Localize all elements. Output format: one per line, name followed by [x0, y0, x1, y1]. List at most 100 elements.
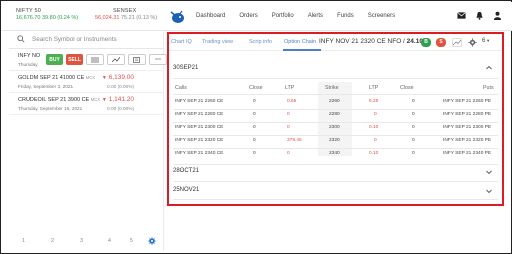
more-button[interactable]: ⋯	[149, 54, 167, 65]
call-symbol: INFY SEP 21 2340 CE	[175, 151, 224, 156]
index-value: 56,024.31	[95, 15, 120, 21]
col-strike: Strike	[325, 85, 339, 91]
tab-scrip-info[interactable]: Scrip info	[249, 39, 272, 45]
expiry-header[interactable]: 25NOV21	[173, 187, 199, 193]
buy-button[interactable]: B	[421, 38, 431, 47]
buy-button[interactable]: BUY	[46, 54, 63, 65]
alert-button[interactable]	[128, 54, 146, 65]
item-ltp: ▼ 1,141.20	[101, 96, 134, 103]
bell-icon[interactable]	[475, 11, 484, 20]
put-ltp: 6.25	[369, 99, 379, 104]
put-ltp: 0.10	[369, 125, 379, 130]
strike: 2320	[329, 138, 340, 143]
settings-icon[interactable]	[468, 38, 477, 47]
item-change: 0.00 (0.00%)	[107, 84, 134, 89]
chevron-up-icon[interactable]	[486, 65, 492, 71]
tab-trading-view[interactable]: Trading view	[202, 39, 233, 45]
option-chain-panel: Chart IQ Trading view Scrip info Option …	[167, 32, 504, 206]
page-2[interactable]: 2	[51, 238, 54, 244]
index-nifty[interactable]: NIFTY 50 16,676.70 39.80 (0.24 %)	[16, 8, 78, 22]
hover-actions: BUY SELL ⋯	[46, 54, 167, 65]
panel-tabs: Chart IQ Trading view Scrip info Option …	[169, 34, 502, 51]
watchlist-item[interactable]: CRUDEOIL SEP 21 3900 CE MCX Thursday, Se…	[9, 93, 164, 115]
chart-button[interactable]	[452, 38, 462, 47]
app-window: NIFTY 50 16,676.70 39.80 (0.24 %) SENSEX…	[0, 0, 512, 254]
settings-gear-icon[interactable]	[148, 237, 156, 245]
tab-option-chain[interactable]: Option Chain	[284, 39, 316, 45]
nav-orders[interactable]: Orders	[239, 13, 257, 19]
nav-portfolio[interactable]: Portfolio	[272, 13, 294, 19]
watchlist-item[interactable]: GOLDM SEP 21 41000 CE MCX Friday, Septem…	[9, 71, 164, 93]
call-close: 0	[253, 112, 256, 117]
sell-button[interactable]: S	[436, 38, 446, 47]
col-puts: Puts	[483, 85, 494, 91]
sell-button[interactable]: SELL	[66, 54, 83, 65]
index-sensex[interactable]: SENSEX 56,024.31 75.21 (0.13 %)	[95, 8, 157, 22]
page-3[interactable]: 3	[80, 238, 83, 244]
chain-header: Calls Close LTP Strike LTP Close Puts	[169, 85, 502, 93]
put-symbol: INFY SEP 21 2320 PE	[443, 138, 492, 143]
market-depth-button[interactable]	[86, 54, 104, 65]
page-4[interactable]: 4	[108, 238, 111, 244]
put-symbol: INFY SEP 21 2340 PE	[443, 151, 492, 156]
put-symbol: INFY SEP 21 2260 PE	[443, 99, 492, 104]
item-symbol: CRUDEOIL SEP 21 3900 CE MCX	[18, 97, 101, 103]
page-5[interactable]: 5	[130, 238, 133, 244]
watchlist-pager: 1 2 3 4 5	[9, 235, 164, 249]
table-row[interactable]: INFY SEP 21 2300 CE 0 0 2300 0.10 0 INFY…	[169, 125, 502, 133]
nav-funds[interactable]: Funds	[337, 13, 354, 19]
put-ltp: 0	[374, 138, 377, 143]
item-expiry: Friday, September 3, 2021	[18, 84, 74, 89]
table-row[interactable]: INFY SEP 21 2340 CE 0 0 2340 0.10 0 INFY…	[169, 151, 502, 159]
put-close: 0	[412, 112, 415, 117]
divider	[173, 148, 498, 149]
expiry-header[interactable]: 30SEP21	[173, 65, 198, 71]
divider	[173, 181, 498, 182]
strike: 2300	[329, 125, 340, 130]
put-close: 0	[412, 138, 415, 143]
page-1[interactable]: 1	[22, 238, 25, 244]
chevron-down-icon[interactable]	[486, 188, 492, 194]
search-bar[interactable]: Search Symbol or Instruments	[9, 31, 164, 49]
nav-dashboard[interactable]: Dashboard	[196, 13, 225, 19]
search-input[interactable]: Search Symbol or Instruments	[32, 36, 117, 43]
chart-button[interactable]	[107, 54, 125, 65]
strike: 2260	[329, 99, 340, 104]
col-calls: Calls	[175, 85, 187, 91]
divider	[173, 199, 498, 200]
put-close: 0	[412, 125, 415, 130]
call-ltp: 0	[287, 151, 290, 156]
table-row[interactable]: INFY SEP 21 2260 CE 0 0.65 2260 6.25 0 I…	[169, 99, 502, 107]
call-symbol: INFY SEP 21 2280 CE	[175, 112, 224, 117]
call-ltp: 0.65	[287, 99, 297, 104]
divider	[173, 78, 498, 79]
instrument-name: INFY NOV 21 2320 CE NFO	[319, 38, 402, 45]
call-ltp: 0	[287, 125, 290, 130]
table-row[interactable]: INFY SEP 21 2320 CE 0 379.45 2320 0 0 IN…	[169, 138, 502, 146]
chevron-down-icon[interactable]	[486, 169, 492, 175]
put-ltp: 0.10	[369, 151, 379, 156]
item-symbol: INFY NO	[18, 53, 41, 59]
tab-chart-iq[interactable]: Chart IQ	[171, 39, 192, 45]
index-name: NIFTY 50	[16, 8, 42, 14]
col-close: Close	[400, 85, 414, 91]
strike-depth-select[interactable]: 6 ▾	[482, 38, 489, 44]
expiry-header[interactable]: 28OCT21	[173, 168, 199, 174]
put-close: 0	[412, 151, 415, 156]
down-arrow-icon: ▼	[101, 75, 107, 81]
call-close: 0	[253, 151, 256, 156]
note-icon	[133, 56, 140, 63]
call-symbol: INFY SEP 21 2260 CE	[175, 99, 224, 104]
table-row[interactable]: INFY SEP 21 2280 CE 0 0 2280 0 0 INFY SE…	[169, 112, 502, 120]
index-change: 75.21 (0.13 %)	[121, 15, 158, 21]
divider	[173, 164, 498, 165]
more-icon: ⋯	[155, 57, 161, 63]
index-value: 16,676.70	[16, 15, 41, 21]
nav-screeners[interactable]: Screeners	[368, 13, 395, 19]
item-ltp: ▼ 6,139.00	[101, 74, 134, 81]
mail-icon[interactable]	[457, 11, 466, 20]
item-change: 0.00 (0.00%)	[107, 106, 134, 111]
brand-logo-icon[interactable]	[168, 8, 186, 26]
nav-alerts[interactable]: Alerts	[308, 13, 323, 19]
user-icon[interactable]	[493, 11, 502, 20]
